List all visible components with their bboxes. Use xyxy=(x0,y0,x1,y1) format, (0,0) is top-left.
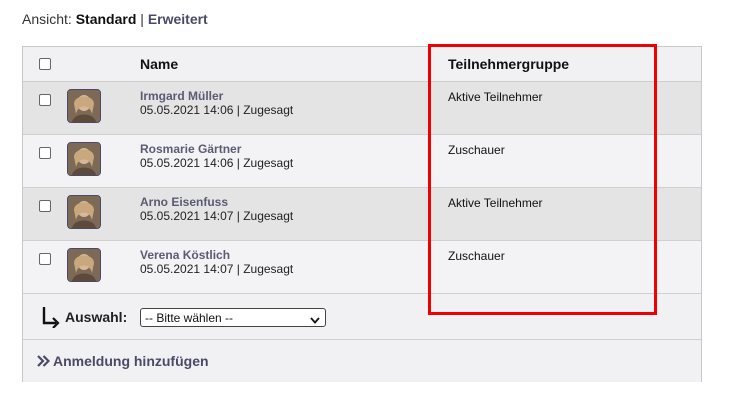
participant-group: Zuschauer xyxy=(448,143,505,157)
chevron-down-icon xyxy=(310,313,320,327)
participant-meta: 05.05.2021 14:06 | Zugesagt xyxy=(140,103,294,117)
view-extended-link[interactable]: Erweitert xyxy=(148,11,208,27)
column-header-name: Name xyxy=(140,56,179,72)
view-separator: | xyxy=(140,11,144,27)
participant-meta: 05.05.2021 14:06 | Zugesagt xyxy=(140,156,294,170)
view-label: Ansicht: xyxy=(22,11,72,27)
table-row: Rosmarie Gärtner 05.05.2021 14:06 | Zuge… xyxy=(23,135,701,188)
participant-group: Aktive Teilnehmer xyxy=(448,90,543,104)
participant-meta: 05.05.2021 14:07 | Zugesagt xyxy=(140,209,294,223)
participant-name[interactable]: Verena Köstlich xyxy=(140,248,230,262)
selection-label: Auswahl: xyxy=(65,309,128,325)
selected-option: -- Bitte wählen -- xyxy=(145,311,234,325)
table-row: Verena Köstlich 05.05.2021 14:07 | Zuges… xyxy=(23,241,701,294)
view-switcher: Ansicht: Standard | Erweitert xyxy=(22,11,208,27)
corner-down-right-icon xyxy=(41,306,61,333)
row-checkbox[interactable] xyxy=(39,200,51,212)
add-registration-row: Anmeldung hinzufügen xyxy=(23,340,701,382)
bulk-action-select[interactable]: -- Bitte wählen -- xyxy=(140,308,326,327)
table-header: Name Teilnehmergruppe xyxy=(23,47,701,82)
avatar[interactable] xyxy=(67,195,101,229)
add-registration-label: Anmeldung hinzufügen xyxy=(53,353,209,369)
table-row: Irmgard Müller 05.05.2021 14:06 | Zugesa… xyxy=(23,82,701,135)
participant-name[interactable]: Rosmarie Gärtner xyxy=(140,142,241,156)
participant-name[interactable]: Irmgard Müller xyxy=(140,89,223,103)
row-checkbox[interactable] xyxy=(39,94,51,106)
participant-meta: 05.05.2021 14:07 | Zugesagt xyxy=(140,262,294,276)
avatar[interactable] xyxy=(67,89,101,123)
row-checkbox[interactable] xyxy=(39,253,51,265)
table-row: Arno Eisenfuss 05.05.2021 14:07 | Zugesa… xyxy=(23,188,701,241)
select-all-checkbox[interactable] xyxy=(39,58,51,70)
double-chevron-right-icon xyxy=(37,354,51,370)
participants-table: Name Teilnehmergruppe Irmgard Müller 05.… xyxy=(22,46,702,382)
row-checkbox[interactable] xyxy=(39,147,51,159)
view-standard: Standard xyxy=(75,11,137,27)
participant-name[interactable]: Arno Eisenfuss xyxy=(140,195,228,209)
participant-group: Aktive Teilnehmer xyxy=(448,196,543,210)
avatar[interactable] xyxy=(67,248,101,282)
participant-group: Zuschauer xyxy=(448,249,505,263)
column-header-group: Teilnehmergruppe xyxy=(448,56,570,72)
add-registration-link[interactable]: Anmeldung hinzufügen xyxy=(37,353,209,370)
avatar[interactable] xyxy=(67,142,101,176)
bulk-action-row: Auswahl: -- Bitte wählen -- xyxy=(23,294,701,340)
